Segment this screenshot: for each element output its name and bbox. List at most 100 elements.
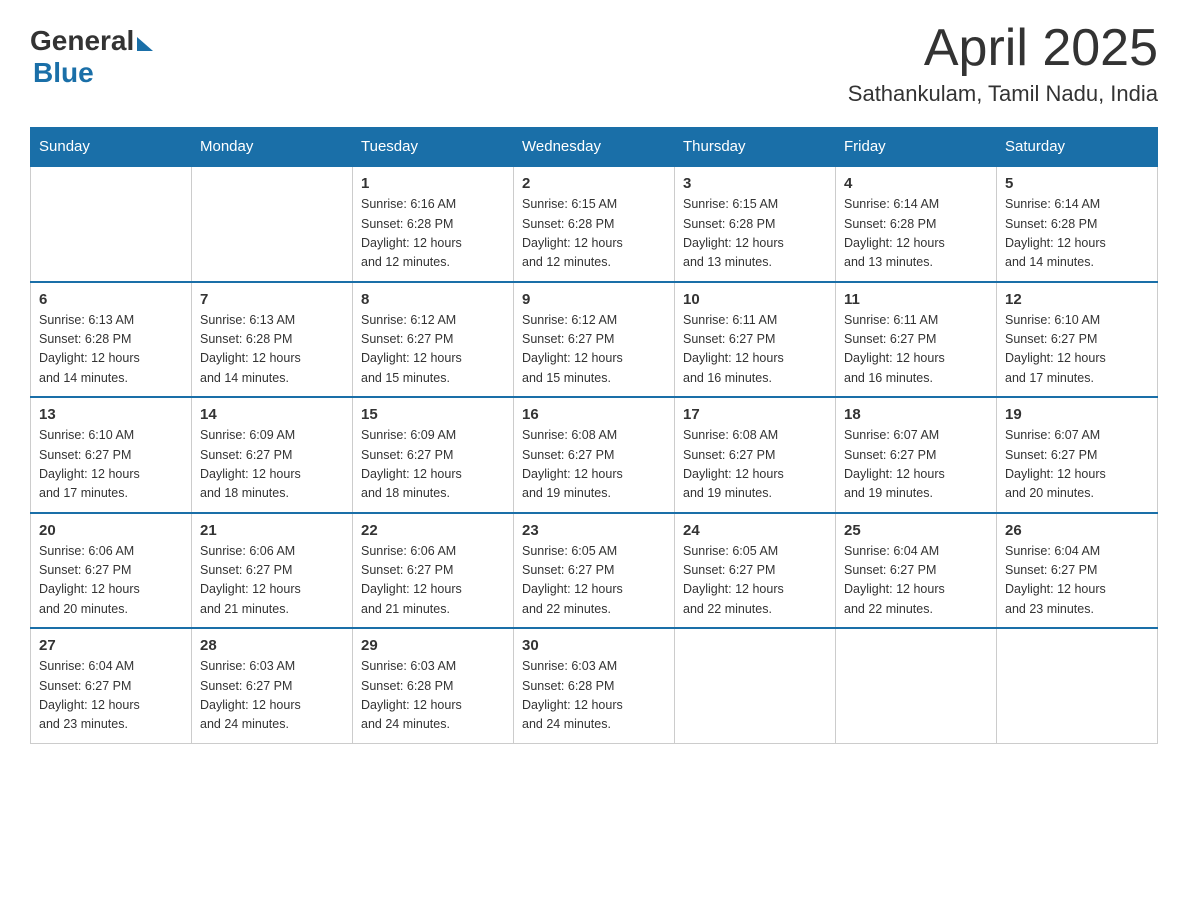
- calendar-cell: 11 Sunrise: 6:11 AM Sunset: 6:27 PM Dayli…: [836, 282, 997, 398]
- day-number: 3: [683, 175, 827, 192]
- logo: General Blue: [30, 20, 153, 89]
- day-info: Sunrise: 6:14 AM Sunset: 6:28 PM Dayligh…: [844, 195, 988, 273]
- day-number: 28: [200, 637, 344, 654]
- calendar-cell: 17 Sunrise: 6:08 AM Sunset: 6:27 PM Dayli…: [675, 397, 836, 513]
- day-info: Sunrise: 6:09 AM Sunset: 6:27 PM Dayligh…: [361, 426, 505, 504]
- calendar-cell: [836, 628, 997, 743]
- day-number: 6: [39, 291, 183, 308]
- day-info: Sunrise: 6:03 AM Sunset: 6:28 PM Dayligh…: [522, 657, 666, 735]
- day-number: 18: [844, 406, 988, 423]
- calendar-week-row: 27 Sunrise: 6:04 AM Sunset: 6:27 PM Dayli…: [31, 628, 1158, 743]
- day-info: Sunrise: 6:05 AM Sunset: 6:27 PM Dayligh…: [522, 542, 666, 620]
- day-number: 30: [522, 637, 666, 654]
- day-number: 7: [200, 291, 344, 308]
- calendar-cell: [192, 166, 353, 282]
- header-sunday: Sunday: [31, 128, 192, 167]
- day-number: 12: [1005, 291, 1149, 308]
- calendar-cell: 20 Sunrise: 6:06 AM Sunset: 6:27 PM Dayli…: [31, 513, 192, 629]
- logo-arrow-icon: [137, 37, 153, 51]
- day-info: Sunrise: 6:13 AM Sunset: 6:28 PM Dayligh…: [200, 311, 344, 389]
- day-info: Sunrise: 6:07 AM Sunset: 6:27 PM Dayligh…: [1005, 426, 1149, 504]
- calendar-week-row: 6 Sunrise: 6:13 AM Sunset: 6:28 PM Daylig…: [31, 282, 1158, 398]
- day-number: 23: [522, 522, 666, 539]
- calendar-cell: 3 Sunrise: 6:15 AM Sunset: 6:28 PM Daylig…: [675, 166, 836, 282]
- calendar-cell: 22Sunrise: 6:06 AM Sunset: 6:27 PM Dayli…: [353, 513, 514, 629]
- calendar-cell: [675, 628, 836, 743]
- header-monday: Monday: [192, 128, 353, 167]
- day-number: 5: [1005, 175, 1149, 192]
- location-title: Sathankulam, Tamil Nadu, India: [848, 81, 1158, 107]
- day-number: 29: [361, 637, 505, 654]
- day-number: 17: [683, 406, 827, 423]
- day-info: Sunrise: 6:11 AM Sunset: 6:27 PM Dayligh…: [683, 311, 827, 389]
- day-number: 9: [522, 291, 666, 308]
- day-info: Sunrise: 6:07 AM Sunset: 6:27 PM Dayligh…: [844, 426, 988, 504]
- calendar-cell: 19 Sunrise: 6:07 AM Sunset: 6:27 PM Dayli…: [997, 397, 1158, 513]
- calendar-table: SundayMondayTuesdayWednesdayThursdayFrid…: [30, 127, 1158, 744]
- day-info: Sunrise: 6:04 AM Sunset: 6:27 PM Dayligh…: [1005, 542, 1149, 620]
- calendar-cell: 24 Sunrise: 6:05 AM Sunset: 6:27 PM Dayli…: [675, 513, 836, 629]
- day-info: Sunrise: 6:04 AM Sunset: 6:27 PM Dayligh…: [844, 542, 988, 620]
- day-info: Sunrise: 6:08 AM Sunset: 6:27 PM Dayligh…: [522, 426, 666, 504]
- day-info: Sunrise: 6:04 AM Sunset: 6:27 PM Dayligh…: [39, 657, 183, 735]
- day-info: Sunrise: 6:10 AM Sunset: 6:27 PM Dayligh…: [1005, 311, 1149, 389]
- day-number: 11: [844, 291, 988, 308]
- day-info: Sunrise: 6:09 AM Sunset: 6:27 PM Dayligh…: [200, 426, 344, 504]
- calendar-cell: 2 Sunrise: 6:15 AM Sunset: 6:28 PM Daylig…: [514, 166, 675, 282]
- calendar-week-row: 1Sunrise: 6:16 AM Sunset: 6:28 PM Daylig…: [31, 166, 1158, 282]
- calendar-cell: 14 Sunrise: 6:09 AM Sunset: 6:27 PM Dayli…: [192, 397, 353, 513]
- day-number: 20: [39, 522, 183, 539]
- calendar-cell: [31, 166, 192, 282]
- header-saturday: Saturday: [997, 128, 1158, 167]
- calendar-cell: 18 Sunrise: 6:07 AM Sunset: 6:27 PM Dayli…: [836, 397, 997, 513]
- day-info: Sunrise: 6:10 AM Sunset: 6:27 PM Dayligh…: [39, 426, 183, 504]
- day-info: Sunrise: 6:13 AM Sunset: 6:28 PM Dayligh…: [39, 311, 183, 389]
- calendar-cell: 5Sunrise: 6:14 AM Sunset: 6:28 PM Daylig…: [997, 166, 1158, 282]
- calendar-cell: 28 Sunrise: 6:03 AM Sunset: 6:27 PM Dayli…: [192, 628, 353, 743]
- day-info: Sunrise: 6:12 AM Sunset: 6:27 PM Dayligh…: [361, 311, 505, 389]
- calendar-cell: 6 Sunrise: 6:13 AM Sunset: 6:28 PM Daylig…: [31, 282, 192, 398]
- day-info: Sunrise: 6:03 AM Sunset: 6:27 PM Dayligh…: [200, 657, 344, 735]
- logo-blue-text: Blue: [33, 57, 94, 89]
- calendar-cell: 4Sunrise: 6:14 AM Sunset: 6:28 PM Daylig…: [836, 166, 997, 282]
- header-thursday: Thursday: [675, 128, 836, 167]
- month-title: April 2025: [848, 20, 1158, 77]
- day-number: 13: [39, 406, 183, 423]
- calendar-cell: 25Sunrise: 6:04 AM Sunset: 6:27 PM Dayli…: [836, 513, 997, 629]
- calendar-cell: 12 Sunrise: 6:10 AM Sunset: 6:27 PM Dayli…: [997, 282, 1158, 398]
- calendar-cell: 9 Sunrise: 6:12 AM Sunset: 6:27 PM Daylig…: [514, 282, 675, 398]
- day-info: Sunrise: 6:03 AM Sunset: 6:28 PM Dayligh…: [361, 657, 505, 735]
- calendar-cell: 15 Sunrise: 6:09 AM Sunset: 6:27 PM Dayli…: [353, 397, 514, 513]
- day-number: 24: [683, 522, 827, 539]
- day-info: Sunrise: 6:06 AM Sunset: 6:27 PM Dayligh…: [39, 542, 183, 620]
- logo-general-text: General: [30, 25, 134, 57]
- calendar-cell: 30 Sunrise: 6:03 AM Sunset: 6:28 PM Dayli…: [514, 628, 675, 743]
- calendar-cell: 10 Sunrise: 6:11 AM Sunset: 6:27 PM Dayli…: [675, 282, 836, 398]
- title-section: April 2025 Sathankulam, Tamil Nadu, Indi…: [848, 20, 1158, 107]
- header-friday: Friday: [836, 128, 997, 167]
- day-number: 21: [200, 522, 344, 539]
- day-info: Sunrise: 6:05 AM Sunset: 6:27 PM Dayligh…: [683, 542, 827, 620]
- day-number: 19: [1005, 406, 1149, 423]
- day-info: Sunrise: 6:15 AM Sunset: 6:28 PM Dayligh…: [683, 195, 827, 273]
- day-info: Sunrise: 6:11 AM Sunset: 6:27 PM Dayligh…: [844, 311, 988, 389]
- day-number: 26: [1005, 522, 1149, 539]
- day-info: Sunrise: 6:06 AM Sunset: 6:27 PM Dayligh…: [200, 542, 344, 620]
- calendar-cell: 23 Sunrise: 6:05 AM Sunset: 6:27 PM Dayli…: [514, 513, 675, 629]
- day-number: 22: [361, 522, 505, 539]
- calendar-week-row: 13 Sunrise: 6:10 AM Sunset: 6:27 PM Dayli…: [31, 397, 1158, 513]
- day-number: 2: [522, 175, 666, 192]
- day-number: 14: [200, 406, 344, 423]
- day-info: Sunrise: 6:12 AM Sunset: 6:27 PM Dayligh…: [522, 311, 666, 389]
- header-wednesday: Wednesday: [514, 128, 675, 167]
- calendar-cell: 13 Sunrise: 6:10 AM Sunset: 6:27 PM Dayli…: [31, 397, 192, 513]
- day-info: Sunrise: 6:16 AM Sunset: 6:28 PM Dayligh…: [361, 195, 505, 273]
- day-info: Sunrise: 6:15 AM Sunset: 6:28 PM Dayligh…: [522, 195, 666, 273]
- calendar-cell: 29 Sunrise: 6:03 AM Sunset: 6:28 PM Dayli…: [353, 628, 514, 743]
- day-number: 15: [361, 406, 505, 423]
- day-number: 27: [39, 637, 183, 654]
- day-number: 8: [361, 291, 505, 308]
- calendar-cell: 21 Sunrise: 6:06 AM Sunset: 6:27 PM Dayli…: [192, 513, 353, 629]
- day-number: 10: [683, 291, 827, 308]
- day-info: Sunrise: 6:08 AM Sunset: 6:27 PM Dayligh…: [683, 426, 827, 504]
